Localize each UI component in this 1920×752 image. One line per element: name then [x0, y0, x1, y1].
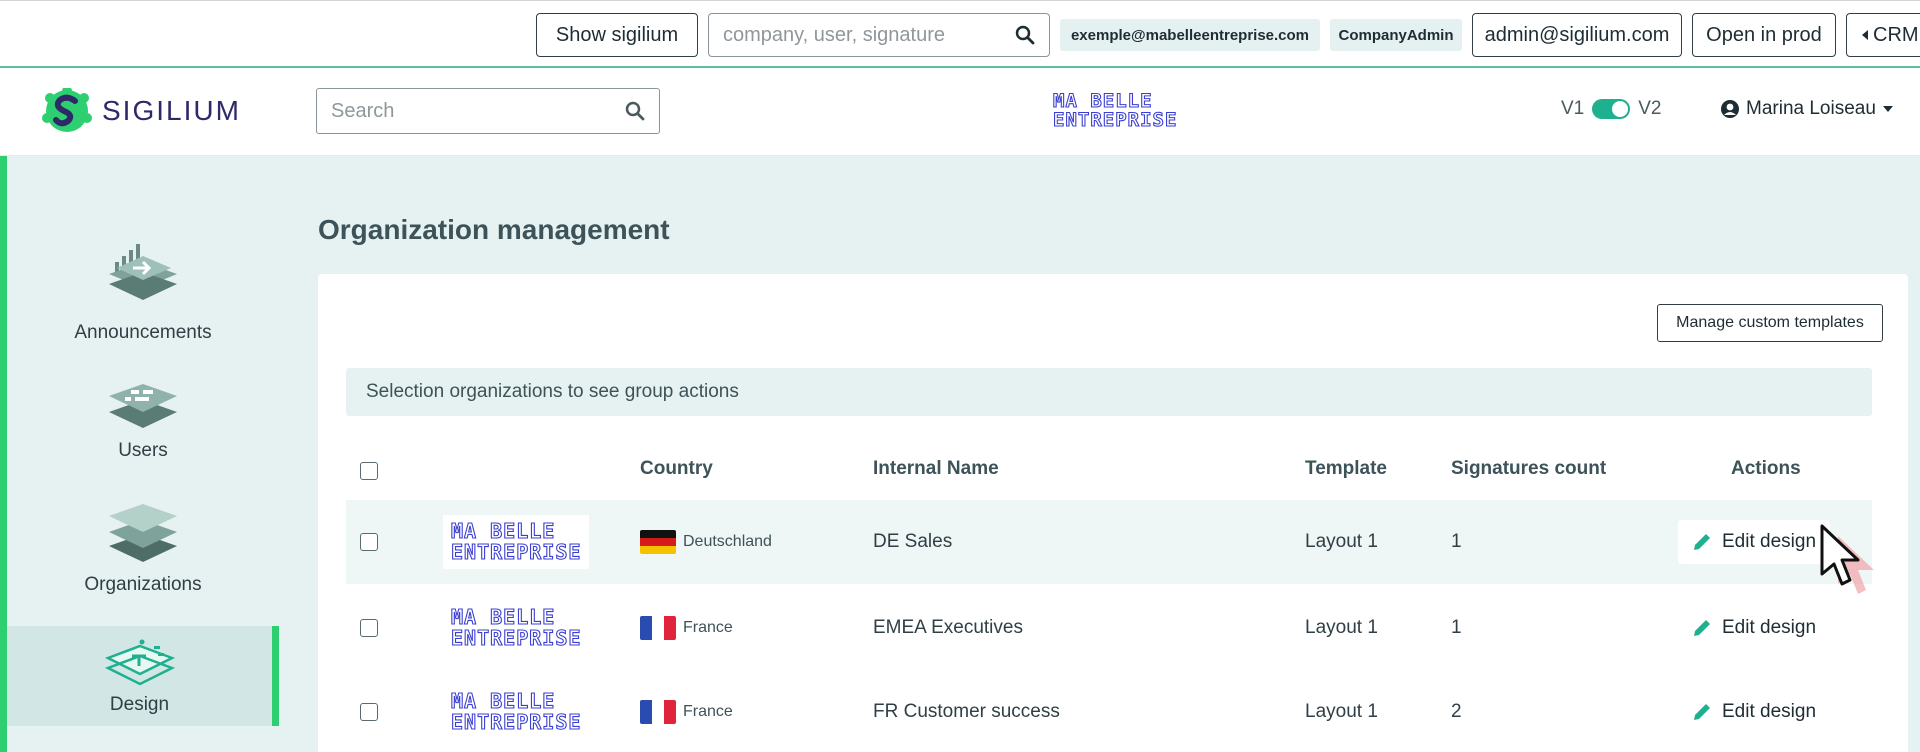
organizations-icon	[109, 504, 177, 562]
app-header: SIGILIUM MA BELLE ENTREPRISE V1 V2 Marin…	[0, 70, 1920, 156]
table-row[interactable]: MA BELLE ENTREPRISE France FR Customer s…	[346, 670, 1872, 752]
show-sigilium-button[interactable]: Show sigilium	[536, 13, 698, 57]
sidebar-item-organizations[interactable]: Organizations	[7, 500, 279, 596]
table-row[interactable]: MA BELLE ENTREPRISE Deutschland DE Sales…	[346, 500, 1872, 584]
sidebar-item-announcements[interactable]: Announcements	[7, 242, 279, 344]
company-logo-line2: ENTREPRISE	[1052, 109, 1178, 131]
user-menu[interactable]: Marina Loiseau	[1720, 98, 1894, 120]
admin-email-button[interactable]: admin@sigilium.com	[1472, 13, 1682, 57]
sigilium-logo-icon	[42, 88, 92, 132]
sidebar-item-label: Users	[118, 440, 168, 461]
manage-custom-templates-button[interactable]: Manage custom templates	[1657, 304, 1883, 342]
organization-logo: MA BELLE ENTREPRISE	[443, 685, 590, 739]
logo-line2: ENTREPRISE	[450, 626, 582, 650]
logo-line1: MA BELLE	[450, 689, 556, 713]
user-name: Marina Loiseau	[1746, 98, 1876, 119]
row-checkbox[interactable]	[360, 703, 378, 721]
edit-design-label: Edit design	[1722, 701, 1817, 722]
internal-name: FR Customer success	[873, 701, 1060, 722]
internal-name: EMEA Executives	[873, 617, 1023, 638]
row-checkbox[interactable]	[360, 619, 378, 637]
version-toggle[interactable]: V1 V2	[1561, 98, 1662, 120]
sidebar-item-design[interactable]: Design	[7, 626, 279, 726]
company-logo: MA BELLE ENTREPRISE	[1052, 91, 1178, 131]
template-name: Layout 1	[1305, 617, 1378, 638]
signatures-count: 1	[1451, 617, 1462, 638]
crm-label: CRM	[1873, 23, 1919, 46]
germany-flag-icon	[640, 530, 676, 554]
logo-line1: MA BELLE	[450, 605, 556, 629]
internal-name: DE Sales	[873, 531, 953, 552]
crm-button[interactable]: CRM	[1846, 13, 1920, 57]
row-checkbox[interactable]	[360, 533, 378, 551]
users-icon	[109, 384, 177, 428]
announcements-icon	[109, 244, 177, 300]
admin-search-input[interactable]	[723, 23, 1015, 47]
main-content: Organization management Manage custom te…	[292, 156, 1920, 752]
pencil-icon	[1694, 620, 1710, 636]
caret-down-icon	[1882, 106, 1893, 112]
version-switch[interactable]	[1592, 99, 1631, 119]
design-icon	[104, 639, 175, 686]
edit-design-button[interactable]: Edit design	[1678, 690, 1830, 734]
caret-left-icon	[1862, 30, 1868, 40]
mouse-pointer-icon	[1820, 524, 1874, 594]
template-name: Layout 1	[1305, 701, 1378, 722]
search-icon[interactable]	[1015, 25, 1035, 45]
organizations-card: Manage custom templates Selection organi…	[318, 274, 1908, 752]
france-flag-icon	[640, 700, 676, 724]
pencil-icon	[1694, 704, 1710, 720]
table-row[interactable]: MA BELLE ENTREPRISE France EMEA Executiv…	[346, 586, 1872, 670]
edit-design-button[interactable]: Edit design	[1678, 520, 1831, 564]
selection-hint-bar: Selection organizations to see group act…	[346, 368, 1872, 416]
sidebar-item-users[interactable]: Users	[7, 378, 279, 462]
toggle-knob	[1612, 101, 1629, 117]
select-all-checkbox[interactable]	[360, 462, 378, 480]
main-search-input[interactable]	[331, 99, 625, 123]
admin-search-box	[708, 13, 1050, 57]
version-v2-label: V2	[1638, 98, 1662, 119]
version-v1-label: V1	[1561, 98, 1585, 119]
pencil-icon	[1694, 534, 1710, 550]
brand-name: SIGILIUM	[102, 95, 241, 126]
template-name: Layout 1	[1305, 531, 1378, 552]
organization-logo: MA BELLE ENTREPRISE	[443, 515, 590, 569]
edit-design-button[interactable]: Edit design	[1678, 606, 1830, 650]
user-circle-icon	[1721, 100, 1739, 118]
signatures-count: 2	[1451, 701, 1462, 722]
sidebar-item-label: Design	[109, 694, 170, 715]
signatures-count: 1	[1451, 531, 1462, 552]
country-name: France	[683, 619, 733, 636]
company-email-badge: exemple@mabelleentreprise.com	[1060, 19, 1320, 51]
role-badge: CompanyAdmin	[1330, 19, 1462, 51]
column-header-signatures-count[interactable]: Signatures count	[1451, 458, 1606, 480]
column-header-template[interactable]: Template	[1305, 458, 1387, 480]
logo-line2: ENTREPRISE	[450, 710, 582, 734]
column-header-country[interactable]: Country	[640, 458, 713, 480]
logo-line2: ENTREPRISE	[450, 540, 582, 564]
page-title: Organization management	[318, 214, 670, 245]
france-flag-icon	[640, 616, 676, 640]
main-search-box	[316, 88, 660, 134]
sidebar: Announcements Users Organizations Design	[0, 156, 292, 752]
country-name: Deutschland	[683, 533, 772, 550]
sidebar-item-label: Organizations	[84, 574, 202, 595]
edit-design-label: Edit design	[1722, 531, 1817, 552]
edit-design-label: Edit design	[1722, 617, 1817, 638]
column-header-actions: Actions	[1731, 458, 1801, 479]
organization-logo: MA BELLE ENTREPRISE	[443, 601, 590, 655]
open-in-prod-button[interactable]: Open in prod	[1692, 13, 1836, 57]
sidebar-item-label: Announcements	[74, 322, 212, 343]
brand-logo[interactable]: SIGILIUM	[42, 88, 241, 134]
country-name: France	[683, 703, 733, 720]
admin-bar: Show sigilium exemple@mabelleentreprise.…	[0, 0, 1920, 68]
logo-line1: MA BELLE	[450, 519, 556, 543]
column-header-internal-name[interactable]: Internal Name	[873, 458, 999, 480]
search-icon[interactable]	[625, 101, 645, 121]
